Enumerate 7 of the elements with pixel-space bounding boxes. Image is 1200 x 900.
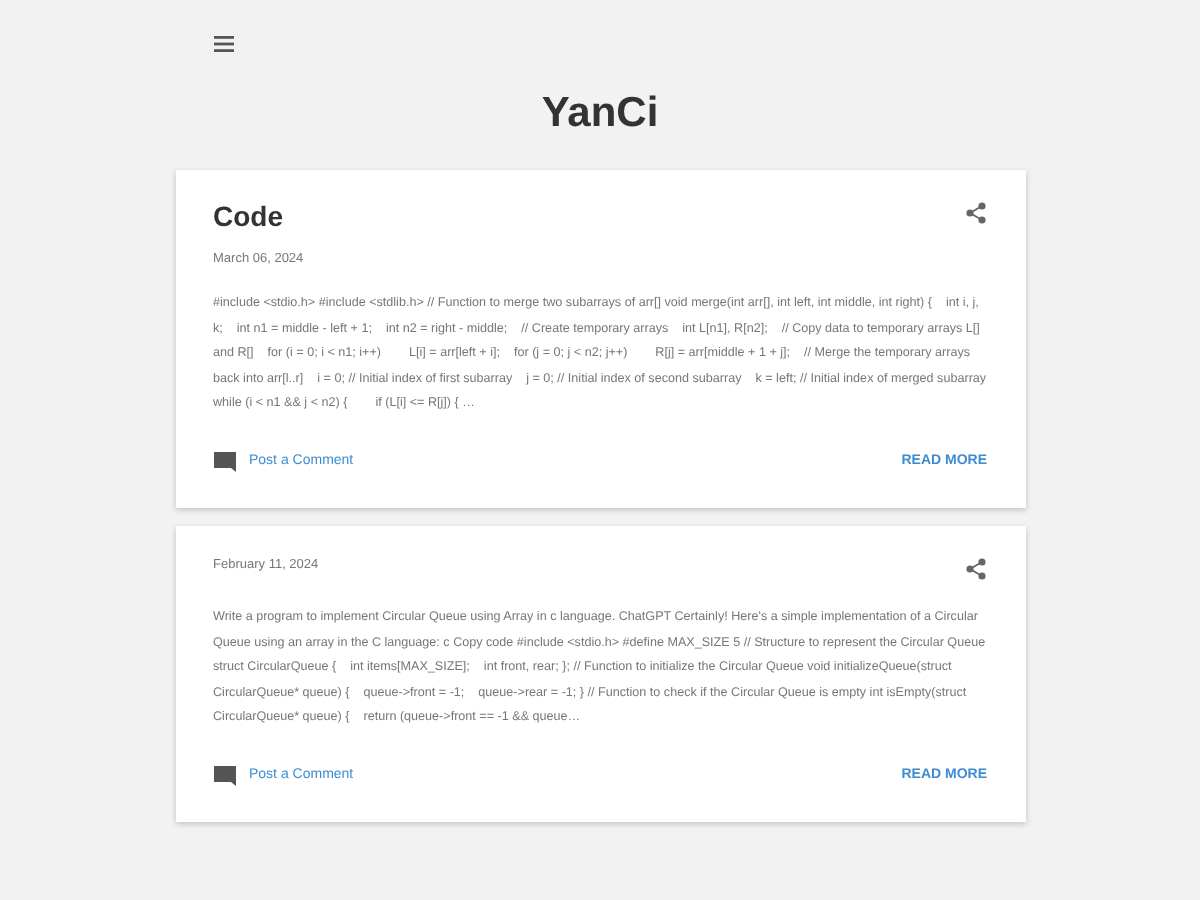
menu-icon[interactable] [214,36,234,52]
comment-icon[interactable] [213,451,235,472]
blog-title[interactable]: YanCi [0,88,1200,170]
post-title[interactable]: Code [213,200,304,232]
share-icon[interactable] [965,202,985,224]
comment-icon[interactable] [213,765,235,786]
share-icon[interactable] [965,557,985,580]
